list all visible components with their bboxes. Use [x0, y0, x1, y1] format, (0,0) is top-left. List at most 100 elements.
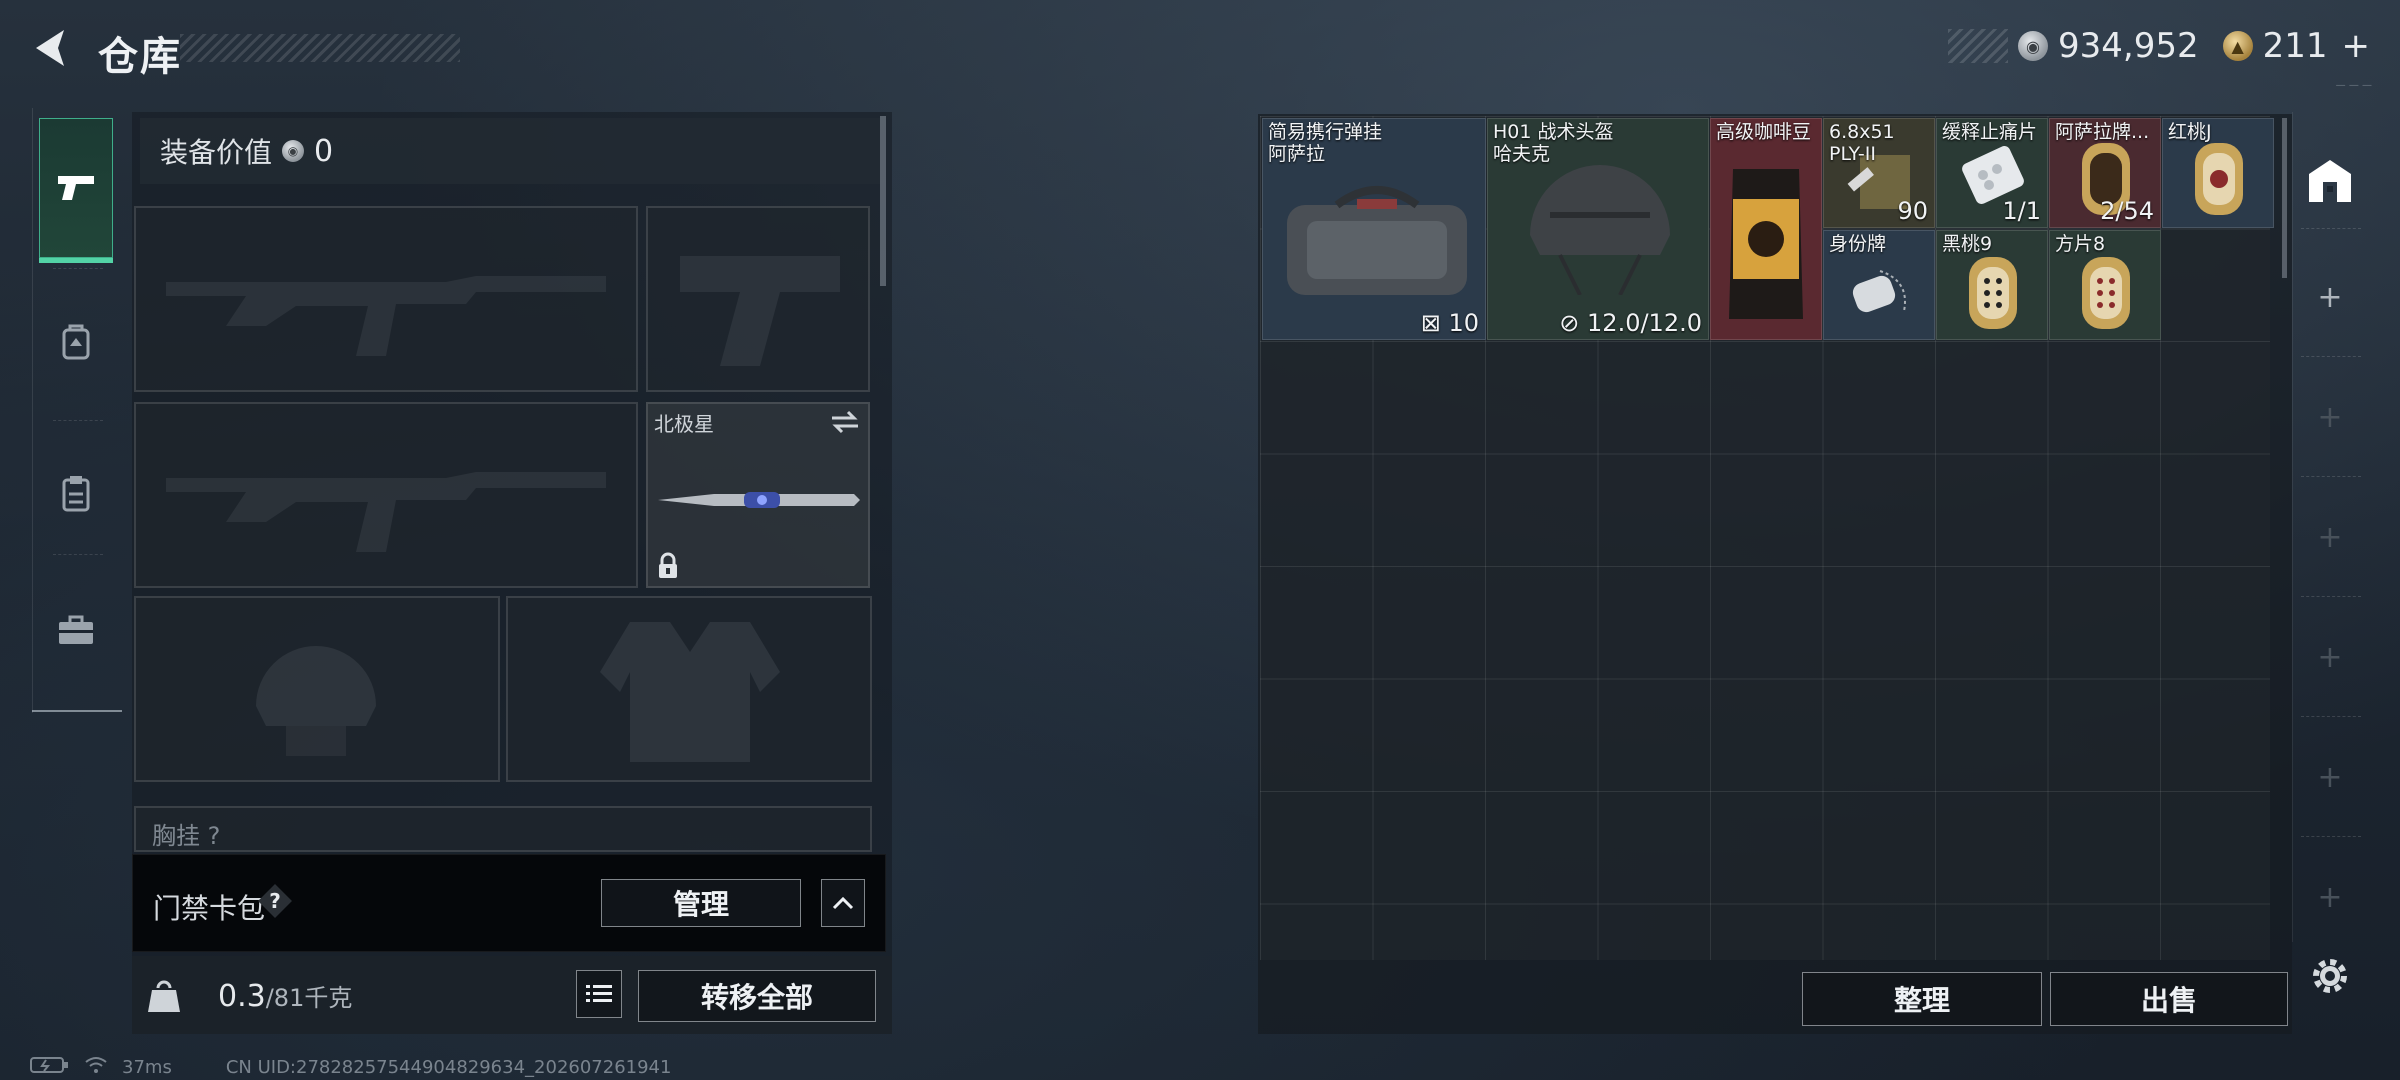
tabs-divider — [32, 710, 122, 712]
weight-icon — [144, 976, 184, 1020]
item-coffee[interactable]: 高级咖啡豆 — [1710, 118, 1822, 340]
helmet-icon — [1530, 165, 1670, 295]
silver-balance: 934,952 — [2057, 26, 2199, 66]
silver-coin-icon: ◉ — [2017, 31, 2048, 61]
item-dog-tag[interactable]: 身份牌 — [1823, 230, 1935, 340]
stash-panel: 简易携行弹挂 阿萨拉 ⊠ 10 H01 战术头盔 哈夫克 ⊘ 12.0/12.0… — [1258, 114, 2292, 1034]
plus-icon: + — [2317, 639, 2343, 675]
playing-card-icon — [2195, 143, 2243, 215]
primary-weapon-slot[interactable] — [134, 206, 638, 392]
transfer-all-button[interactable]: 转移全部 — [638, 970, 876, 1022]
item-rig[interactable]: 简易携行弹挂 阿萨拉 ⊠ 10 — [1262, 118, 1486, 340]
add-stash-page-button[interactable]: + — [2313, 759, 2347, 795]
list-icon — [586, 985, 612, 1002]
gold-coin-icon: ▲ — [2222, 31, 2253, 61]
sort-button[interactable]: 整理 — [1802, 972, 2042, 1026]
secondary-weapon-slot[interactable] — [134, 402, 638, 588]
plus-icon: + — [2317, 279, 2343, 315]
item-heart-j[interactable]: 红桃J — [2162, 118, 2274, 228]
help-button[interactable]: ? — [257, 883, 293, 919]
page-title: 仓库 — [98, 34, 182, 80]
item-count: 1/1 — [2002, 197, 2041, 225]
back-button[interactable] — [24, 22, 76, 74]
stash-page-1[interactable] — [2303, 154, 2357, 208]
add-stash-page-button[interactable]: + — [2313, 399, 2347, 435]
dog-tag-icon — [1852, 270, 1906, 313]
item-name: 高级咖啡豆 — [1716, 121, 1812, 143]
add-stash-page-button[interactable]: + — [2313, 279, 2347, 315]
equipment-value-label: 装备价值 — [160, 136, 273, 169]
pistol-slot[interactable] — [646, 206, 870, 392]
plus-icon: + — [2317, 399, 2343, 435]
swap-icon[interactable] — [830, 410, 860, 438]
stash-scrollbar[interactable] — [2282, 118, 2287, 278]
item-painkillers[interactable]: 缓释止痛片 1/1 — [1936, 118, 2048, 228]
item-name: 6.8x51 PLY-II — [1829, 121, 1895, 165]
item-count: 2/54 — [2100, 197, 2154, 225]
item-count: ⊠ 10 — [1420, 309, 1479, 337]
tab-rig[interactable] — [39, 424, 113, 564]
item-diamond-8[interactable]: 方片8 — [2049, 230, 2161, 340]
plus-icon: + — [2317, 519, 2343, 555]
clipboard-icon — [62, 476, 90, 512]
playing-card-icon — [2082, 257, 2130, 329]
item-name: 身份牌 — [1829, 233, 1887, 255]
plus-icon: + — [2317, 759, 2343, 795]
add-currency-button[interactable]: + — [2342, 26, 2371, 66]
item-name: H01 战术头盔 哈夫克 — [1493, 121, 1614, 165]
loadout-scrollbar[interactable] — [880, 116, 886, 286]
chevron-up-icon — [832, 896, 854, 910]
weight-readout: 0.3/81千克 — [218, 978, 352, 1014]
title-decoration — [180, 34, 460, 62]
currency-bar: ◉ 934,952 ▲ 211 + — [1947, 24, 2371, 68]
item-name: 缓释止痛片 — [1942, 121, 2038, 143]
tab-backpack[interactable] — [39, 272, 113, 412]
weight-max: /81千克 — [265, 984, 353, 1012]
category-tabs — [32, 108, 122, 713]
add-stash-page-button[interactable]: + — [2313, 639, 2347, 675]
item-spade-9[interactable]: 黑桃9 — [1936, 230, 2048, 340]
currency-decoration — [1947, 29, 2008, 63]
toolbox-icon — [59, 615, 93, 644]
status-bar: 37ms CN UID:27828257544904829634_2026072… — [30, 1056, 671, 1078]
playing-card-icon — [1969, 257, 2017, 329]
durability-icon: ⊘ — [1559, 309, 1580, 337]
uid-readout: CN UID:27828257544904829634_202607261941 — [225, 1056, 672, 1078]
warehouse-screen: 仓库 ◉ 934,952 ▲ 211 + — — — 装备价值 ◉ 0 北极星 … — [0, 0, 2400, 1080]
sell-button[interactable]: 出售 — [2050, 972, 2288, 1026]
item-count: 90 — [1897, 197, 1928, 225]
item-count: ⊘ 12.0/12.0 — [1559, 309, 1702, 337]
item-helmet[interactable]: H01 战术头盔 哈夫克 ⊘ 12.0/12.0 — [1487, 118, 1709, 340]
item-name: 阿萨拉牌... — [2055, 121, 2150, 143]
add-stash-page-button[interactable]: + — [2313, 880, 2347, 915]
pistol-silhouette-icon — [680, 256, 840, 366]
pistol-icon — [58, 176, 94, 200]
item-name: 黑桃9 — [1942, 233, 1993, 255]
stash-page-rail: + + + + + + — [2292, 112, 2366, 942]
list-view-button[interactable] — [576, 970, 622, 1018]
melee-item-name: 北极星 — [654, 412, 714, 436]
weight-bar: 0.3/81千克 转移全部 — [132, 956, 892, 1034]
melee-slot[interactable]: 北极星 — [646, 402, 870, 588]
keycard-label: 门禁卡包 — [153, 892, 266, 925]
collapse-button[interactable] — [821, 879, 865, 927]
add-stash-page-button[interactable]: + — [2313, 519, 2347, 555]
item-ammo[interactable]: 6.8x51 PLY-II 90 — [1823, 118, 1935, 228]
chest-rig-slot[interactable]: 胸挂 ? — [134, 806, 872, 852]
vest-silhouette-icon — [600, 622, 780, 762]
item-name: 红桃J — [2168, 121, 2212, 143]
tab-toolbox[interactable] — [39, 560, 113, 700]
rifle-silhouette-icon — [166, 472, 606, 552]
helmet-silhouette-icon — [256, 646, 376, 756]
item-name: 方片8 — [2055, 233, 2106, 255]
tab-weapons[interactable] — [39, 118, 113, 263]
settings-button[interactable] — [2308, 954, 2352, 998]
corner-decoration: — — — — [2335, 80, 2372, 91]
item-asara-card[interactable]: 阿萨拉牌... 2/54 — [2049, 118, 2161, 228]
manage-button[interactable]: 管理 — [601, 879, 801, 927]
vault-icon — [2309, 160, 2351, 202]
gear-icon — [2313, 959, 2347, 993]
armor-slot[interactable] — [506, 596, 872, 782]
help-icon: ? — [269, 889, 281, 913]
helmet-slot[interactable] — [134, 596, 500, 782]
